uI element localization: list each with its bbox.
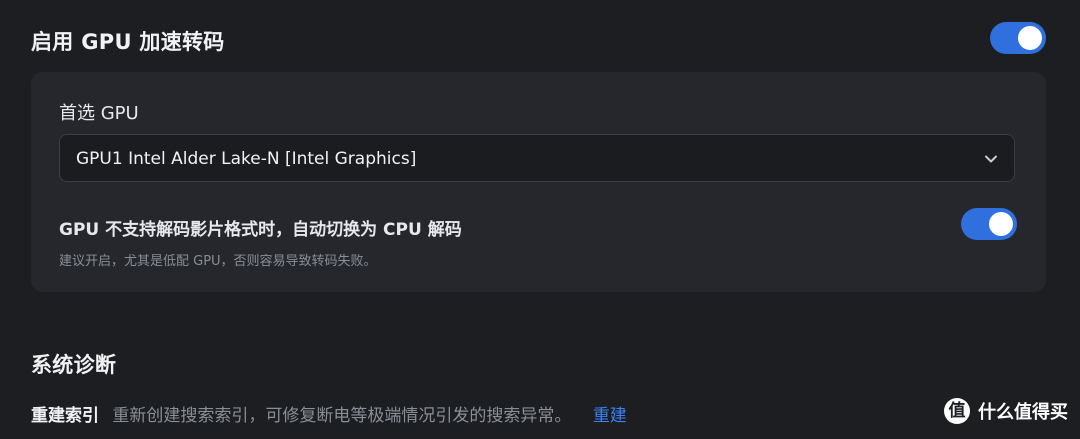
gpu-settings-card: 首选 GPU GPU1 Intel Alder Lake-N [Intel Gr…: [31, 72, 1046, 292]
toggle-knob: [1018, 26, 1042, 50]
system-diagnose-title: 系统诊断: [31, 353, 117, 377]
rebuild-index-row: 重建索引 重新创建搜索索引，可修复断电等极端情况引发的搜索异常。 重建: [31, 401, 627, 426]
cpu-fallback-description: 建议开启，尤其是低配 GPU，否则容易导致转码失败。: [59, 254, 377, 269]
toggle-knob: [989, 212, 1013, 236]
chevron-down-icon: [985, 155, 997, 163]
gpu-accel-toggle[interactable]: [990, 22, 1046, 54]
preferred-gpu-value: GPU1 Intel Alder Lake-N [Intel Graphics]: [76, 149, 417, 169]
rebuild-index-label: 重建索引: [31, 406, 99, 426]
rebuild-index-link[interactable]: 重建: [593, 406, 627, 426]
watermark-text: 什么值得买: [978, 402, 1068, 423]
gpu-accel-title: 启用 GPU 加速转码: [31, 30, 225, 54]
watermark-logo: 值: [944, 398, 970, 424]
rebuild-index-description: 重新创建搜索索引，可修复断电等极端情况引发的搜索异常。: [112, 406, 572, 426]
cpu-fallback-toggle[interactable]: [961, 208, 1017, 240]
cpu-fallback-title: GPU 不支持解码影片格式时，自动切换为 CPU 解码: [59, 220, 462, 240]
preferred-gpu-label: 首选 GPU: [59, 103, 139, 124]
preferred-gpu-select[interactable]: GPU1 Intel Alder Lake-N [Intel Graphics]: [59, 134, 1015, 182]
watermark: 值 什么值得买: [944, 398, 1068, 424]
